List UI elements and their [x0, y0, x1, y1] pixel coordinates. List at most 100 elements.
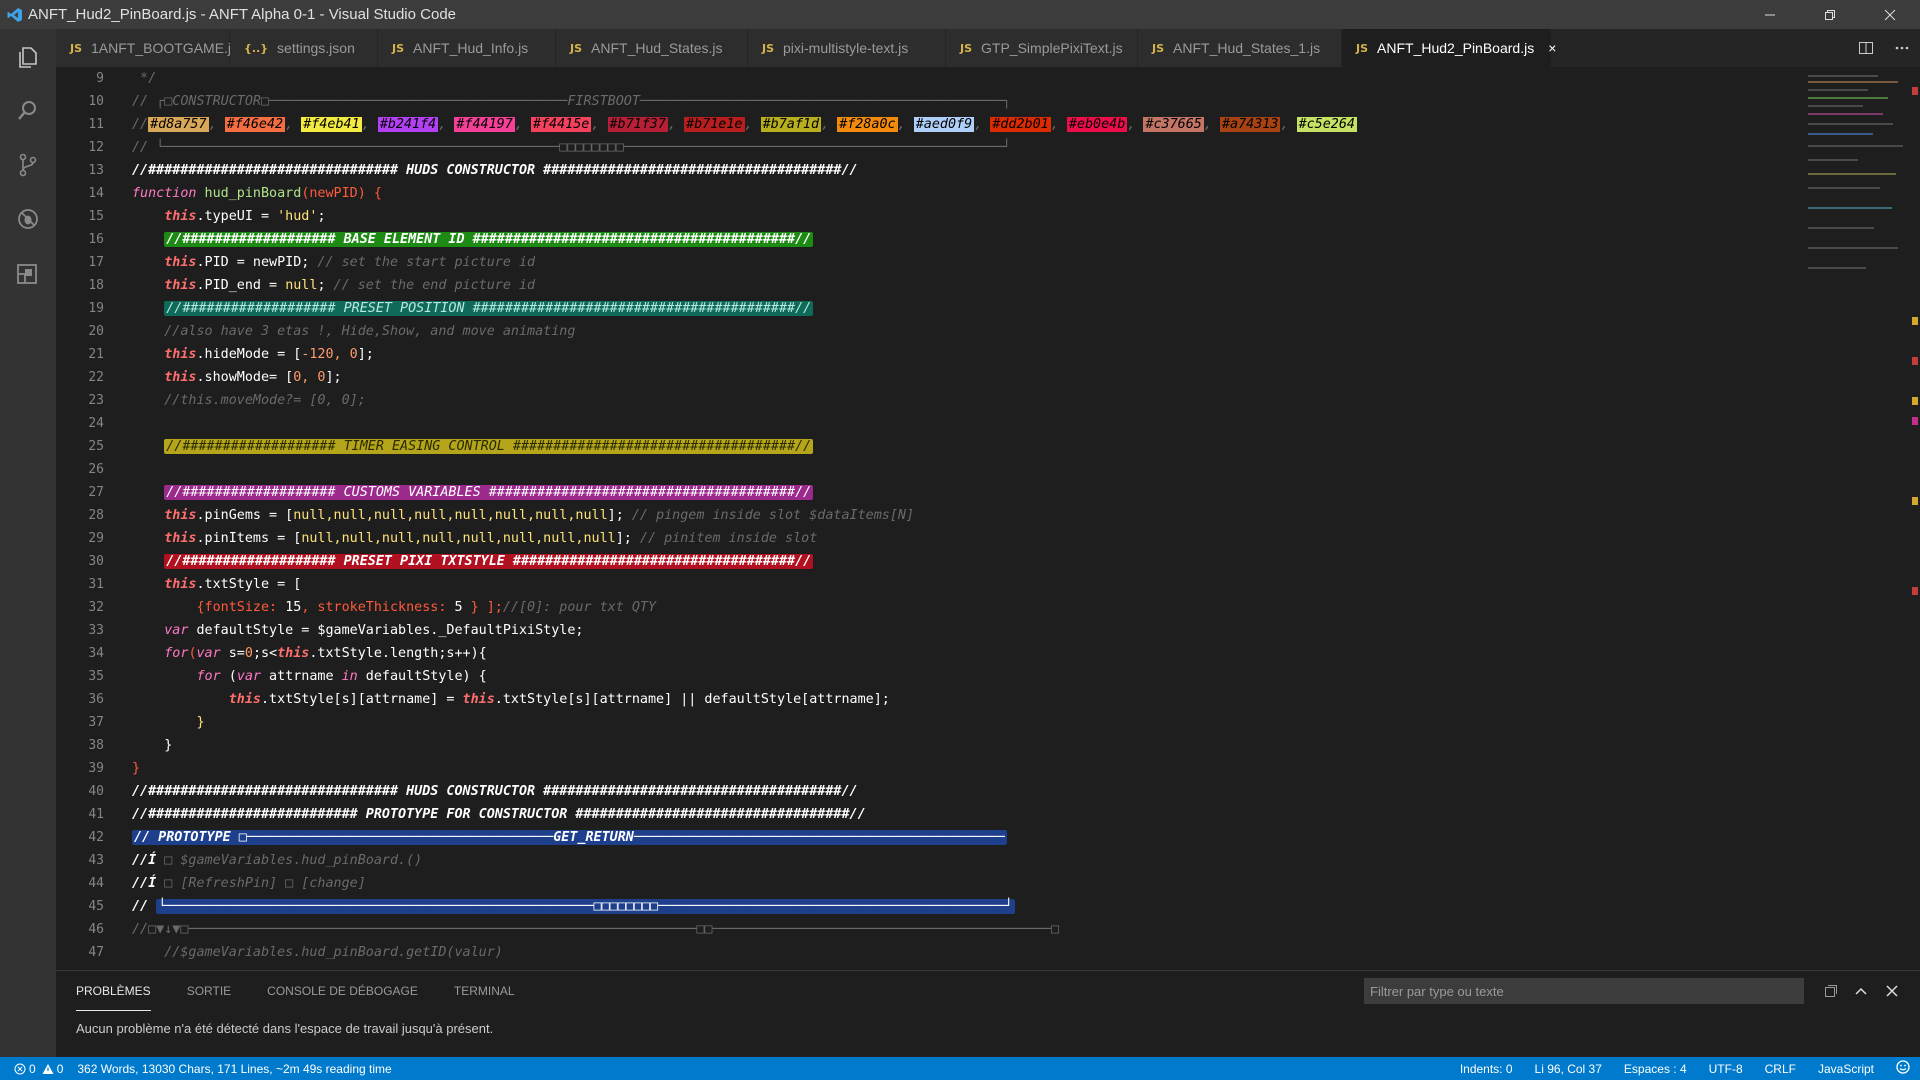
overview-marker [1912, 87, 1918, 95]
color-swatch: #d8a757 [148, 117, 209, 132]
eol-status[interactable]: CRLF [1765, 1062, 1796, 1076]
tab-terminal[interactable]: TERMINAL [454, 971, 515, 1011]
color-swatch: #c37665 [1143, 117, 1204, 132]
code-line-36: this.txtStyle[s][attrname] = this.txtSty… [228, 692, 890, 707]
split-editor-icon[interactable] [1848, 40, 1884, 56]
line-number: 41 [88, 807, 104, 822]
indents-status[interactable]: Indents: 0 [1460, 1062, 1513, 1076]
color-swatch: #f28a0c [837, 117, 898, 132]
word-count-status[interactable]: 362 Words, 13030 Chars, 171 Lines, ~2m 4… [77, 1062, 391, 1076]
tab-settings-json[interactable]: {..} settings.json [230, 29, 378, 67]
code-line-33: var defaultStyle = $gameVariables._Defau… [164, 623, 584, 638]
banner-preset-position: //################### PRESET POSITION ##… [164, 301, 814, 316]
line-number: 22 [88, 370, 104, 385]
js-file-icon: JS [70, 41, 83, 55]
line-number: 33 [88, 623, 104, 638]
code-line-19: //################### PRESET POSITION ##… [132, 297, 814, 320]
maximize-panel-icon[interactable] [1854, 978, 1868, 1004]
problems-status[interactable]: 0 0 [14, 1062, 63, 1076]
code-line-46: //□▼↓▼□─────────────────────────────────… [132, 922, 1060, 937]
line-number: 14 [88, 186, 104, 201]
color-swatch: #f4eb41 [301, 117, 362, 132]
color-swatch-list: #d8a757, #f46e42, #f4eb41, #b241f4, #f44… [148, 117, 1357, 132]
minimap-line [1808, 75, 1878, 77]
line-number: 18 [88, 278, 104, 293]
code-line-11: //#d8a757, #f46e42, #f4eb41, #b241f4, #f… [132, 117, 1357, 132]
minimap-line [1808, 105, 1863, 107]
search-icon[interactable] [12, 95, 44, 127]
minimap-line [1808, 123, 1893, 125]
code-line-45: // └────────────────────────────────────… [132, 899, 1015, 914]
cursor-position-status[interactable]: Li 96, Col 37 [1535, 1062, 1602, 1076]
tab-label: pixi-multistyle-text.js [783, 40, 909, 56]
collapse-all-icon[interactable] [1824, 978, 1838, 1004]
feedback-smiley-icon[interactable] [1896, 1060, 1910, 1077]
color-swatch: #a74313 [1220, 117, 1281, 132]
tab-anft-hud-info[interactable]: JS ANFT_Hud_Info.js [378, 29, 556, 67]
minimap-line [1808, 173, 1896, 175]
color-swatch: #b7af1d [760, 117, 822, 132]
js-file-icon: JS [762, 41, 775, 55]
debug-icon[interactable] [12, 203, 44, 235]
tab-1anft-bootgame[interactable]: JS 1ANFT_BOOTGAME.js [56, 29, 238, 67]
tab-label: ANFT_Hud_States_1.js [1173, 40, 1321, 56]
tab-close-icon[interactable]: × [1548, 40, 1556, 56]
problems-filter-input[interactable]: Filtrer par type ou texte [1364, 978, 1804, 1004]
line-number: 46 [88, 922, 104, 937]
color-swatch: #f44197 [454, 117, 515, 132]
tab-label: settings.json [277, 40, 355, 56]
tab-label: ANFT_Hud_States.js [591, 40, 723, 56]
explorer-icon[interactable] [12, 41, 44, 73]
json-file-icon: {..} [244, 41, 269, 55]
banner-base-element-id: //################### BASE ELEMENT ID ##… [164, 232, 814, 247]
code-line-43: //Í □ $gameVariables.hud_pinBoard.() [132, 853, 423, 868]
tab-debug-console[interactable]: CONSOLE DE DÉBOGAGE [267, 971, 418, 1011]
minimap-line [1808, 247, 1898, 249]
overview-marker [1912, 417, 1918, 425]
line-number: 27 [88, 485, 104, 500]
minimap[interactable] [1800, 67, 1920, 970]
minimap-line [1808, 97, 1888, 99]
code-line-35: for (var attrname in defaultStyle) { [196, 669, 487, 684]
minimap-line [1808, 113, 1883, 115]
title-bar: ANFT_Hud2_PinBoard.js - ANFT Alpha 0-1 -… [0, 0, 1920, 29]
close-icon[interactable] [1860, 0, 1920, 29]
tab-gtp-simplepixitext[interactable]: JS GTP_SimplePixiText.js [946, 29, 1138, 67]
code-line-9: */ [132, 71, 157, 86]
line-number: 37 [88, 715, 104, 730]
encoding-status[interactable]: UTF-8 [1709, 1062, 1743, 1076]
overview-marker [1912, 497, 1918, 505]
line-number: 43 [88, 853, 104, 868]
line-number: 42 [88, 830, 104, 845]
tab-anft-hud2-pinboard[interactable]: JS ANFT_Hud2_PinBoard.js × [1342, 29, 1556, 67]
minimize-icon[interactable] [1740, 0, 1800, 29]
color-swatch: #eb0e4b [1066, 117, 1128, 132]
line-number: 44 [88, 876, 104, 891]
tab-output[interactable]: SORTIE [187, 971, 231, 1011]
language-mode-status[interactable]: JavaScript [1818, 1062, 1874, 1076]
line-number: 38 [88, 738, 104, 753]
restore-icon[interactable] [1800, 0, 1860, 29]
extensions-icon[interactable] [12, 257, 44, 289]
code-line-22: this.showMode= [0, 0]; [164, 370, 342, 385]
line-number: 30 [88, 554, 104, 569]
tab-problems[interactable]: PROBLÈMES [76, 971, 151, 1011]
code-line-42: // PROTOTYPE □──────────────────────────… [132, 826, 1007, 849]
indentation-status[interactable]: Espaces : 4 [1624, 1062, 1687, 1076]
line-number: 26 [88, 462, 104, 477]
minimap-line [1808, 133, 1873, 135]
code-area[interactable]: */ // ┌□CONSTRUCTOR□────────────────────… [132, 67, 1852, 970]
code-editor[interactable]: 9 10 11 12 13 14 15 16 17 18 19 20 21 22 23 24 25 26 27 28 2… [56, 67, 1920, 970]
line-number: 20 [88, 324, 104, 339]
line-number: 24 [88, 416, 104, 431]
tab-anft-hud-states[interactable]: JS ANFT_Hud_States.js [556, 29, 748, 67]
code-line-14: function hud_pinBoard(newPID) { [132, 186, 382, 201]
overview-marker [1912, 587, 1918, 595]
tab-anft-hud-states-1[interactable]: JS ANFT_Hud_States_1.js [1138, 29, 1342, 67]
source-control-icon[interactable] [12, 149, 44, 181]
line-number: 12 [88, 140, 104, 155]
line-number: 35 [88, 669, 104, 684]
close-panel-icon[interactable] [1886, 978, 1898, 1004]
tab-pixi-multistyle-text[interactable]: JS pixi-multistyle-text.js [748, 29, 946, 67]
more-actions-icon[interactable] [1884, 40, 1920, 56]
